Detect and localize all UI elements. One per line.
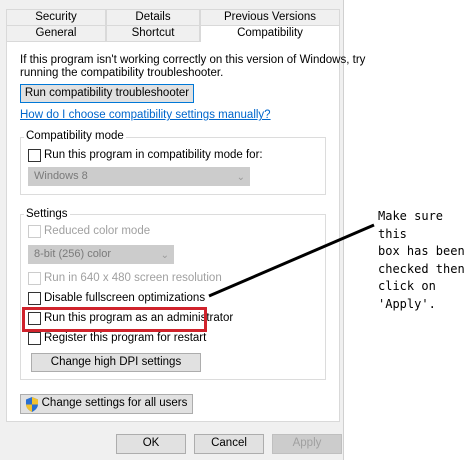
tab-compatibility[interactable]: Compatibility [200,25,340,42]
annotation-note: Make sure this box has been checked then… [378,209,465,311]
